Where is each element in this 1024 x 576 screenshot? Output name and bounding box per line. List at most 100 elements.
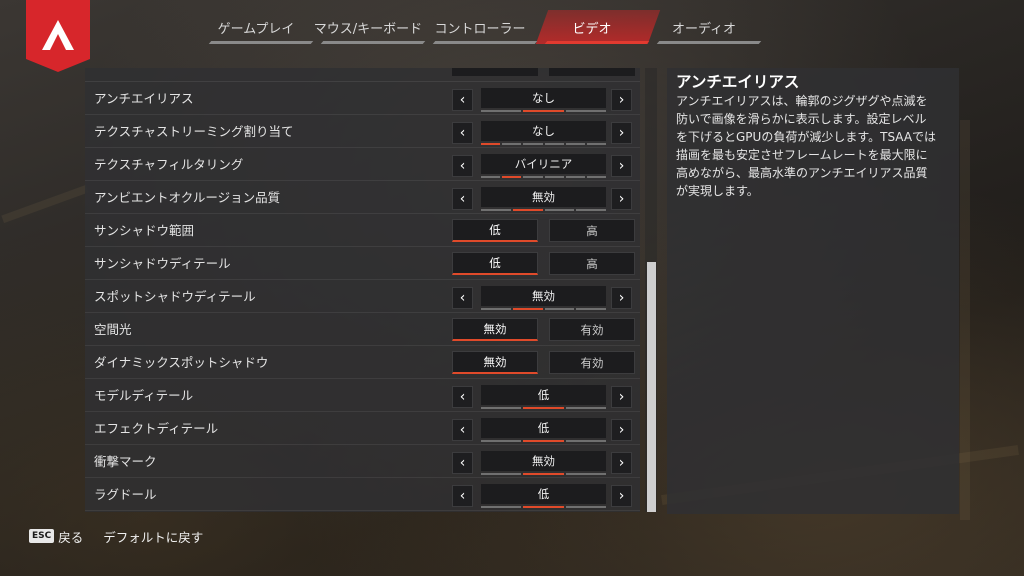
level-segment [565,110,606,112]
chevron-left-icon[interactable]: ‹ [452,485,473,507]
level-segment [481,143,501,145]
level-segment [544,176,564,178]
toggle-option-a[interactable]: 低 [452,252,538,275]
level-segment [523,143,543,145]
chevron-right-icon[interactable]: › [611,419,632,441]
setting-row: サンシャドウディテール 低高 [85,247,640,280]
chevron-left-icon[interactable]: ‹ [452,386,473,408]
tab-label: ビデオ [572,21,612,37]
setting-name: 衝撃マーク [94,454,157,469]
setting-name: サンシャドウ範囲 [94,223,195,238]
level-segment [586,176,607,178]
setting-value: 低 [481,484,606,504]
tab-1[interactable]: マウス/キーボード [312,10,424,44]
level-segment [481,506,522,508]
level-segment [481,176,501,178]
chevron-right-icon[interactable]: › [611,89,632,111]
esc-key-badge: ESC [29,529,55,543]
chevron-left-icon[interactable]: ‹ [452,89,473,111]
setting-name: 空間光 [94,322,132,337]
setting-level-indicator [481,176,607,179]
setting-row: 衝撃マーク ‹ 無効 › [85,445,640,478]
setting-level-indicator [481,110,606,113]
tab-4[interactable]: オーディオ [648,10,760,44]
level-segment [512,209,543,211]
setting-value: 無効 [481,187,606,207]
setting-row: ダイナミックスポットシャドウ 無効 有効 [85,346,640,379]
level-segment [481,473,522,475]
toggle-option-a[interactable]: 無効 [452,351,538,374]
chevron-left-icon[interactable]: ‹ [452,122,473,144]
level-segment [565,176,585,178]
chevron-right-icon[interactable]: › [611,287,632,309]
level-segment [481,308,511,310]
toggle-option-b[interactable]: 高 [549,252,635,275]
chevron-left-icon[interactable]: ‹ [452,452,473,474]
setting-level-indicator [481,407,606,410]
setting-value: なし [481,88,606,108]
toggle-option-a[interactable]: 無効 [452,318,538,341]
level-segment [481,209,511,211]
scrollbar-thumb[interactable] [647,262,656,512]
settings-tabs: ゲームプレイ マウス/キーボード コントローラー ビデオ オーディオ [200,10,760,44]
back-button[interactable]: 戻る [58,527,83,546]
level-segment [523,110,564,112]
level-segment [544,143,564,145]
toggle-option-b[interactable]: 有効 [549,351,635,374]
chevron-right-icon[interactable]: › [611,122,632,144]
tab-2[interactable]: コントローラー [424,10,536,44]
setting-value: 低 [481,385,606,405]
chevron-right-icon[interactable]: › [611,485,632,507]
description-line: を下げるとGPUの負荷が減少します。TSAAでは [676,130,937,144]
setting-name: ダイナミックスポットシャドウ [94,355,269,370]
partial-row [85,68,640,82]
setting-level-indicator [481,209,606,212]
setting-level-indicator [481,308,606,311]
partial-row-control[interactable] [452,68,538,76]
level-segment [576,308,606,310]
toggle-option-b[interactable]: 有効 [549,318,635,341]
description-line: が実現します。 [676,184,759,198]
level-segment [586,143,607,145]
setting-level-indicator [481,143,607,146]
setting-row: 空間光 無効 有効 [85,313,640,346]
setting-name: サンシャドウディテール [94,256,231,271]
reset-defaults-button[interactable]: デフォルトに戻す [103,527,203,546]
setting-level-indicator [481,506,606,509]
setting-row: モデルディテール ‹ 低 › [85,379,640,412]
partial-row-control[interactable] [549,68,635,76]
setting-name: モデルディテール [94,388,194,403]
chevron-right-icon[interactable]: › [611,155,632,177]
chevron-right-icon[interactable]: › [611,452,632,474]
setting-name: テクスチャストリーミング割り当て [94,124,294,139]
background-beam [960,120,970,520]
tab-label: マウス/キーボード [313,21,423,37]
toggle-option-b[interactable]: 高 [549,219,635,242]
level-segment [512,308,543,310]
description-text: アンチエイリアスは、輪郭のジグザグや点滅を 防いで画像を滑らかに表示します。設定レ… [676,92,950,200]
toggle-option-a[interactable]: 低 [452,219,538,242]
video-settings-panel: アンチエイリアス ‹ なし › テクスチャストリーミング割り当て ‹ なし › テクスチャフィル… [85,68,640,512]
chevron-left-icon[interactable]: ‹ [452,419,473,441]
level-segment [576,209,606,211]
setting-row: エフェクトディテール ‹ 低 › [85,412,640,445]
level-segment [523,407,564,409]
level-segment [565,407,606,409]
tab-label: ゲームプレイ [217,21,295,37]
setting-row: ラグドール ‹ 低 › [85,478,640,511]
setting-name: スポットシャドウディテール [94,289,256,304]
setting-value: 低 [481,418,606,438]
tab-3[interactable]: ビデオ [536,10,648,44]
chevron-left-icon[interactable]: ‹ [452,155,473,177]
setting-row: テクスチャフィルタリング ‹ バイリニア › [85,148,640,181]
description-line: 防いで画像を滑らかに表示します。設定レベル [676,112,927,126]
tab-0[interactable]: ゲームプレイ [200,10,312,44]
setting-row: サンシャドウ範囲 低高 [85,214,640,247]
level-segment [565,440,606,442]
chevron-right-icon[interactable]: › [611,386,632,408]
tab-label: コントローラー [434,21,526,37]
chevron-left-icon[interactable]: ‹ [452,188,473,210]
setting-value: 無効 [481,451,606,471]
chevron-left-icon[interactable]: ‹ [452,287,473,309]
chevron-right-icon[interactable]: › [611,188,632,210]
